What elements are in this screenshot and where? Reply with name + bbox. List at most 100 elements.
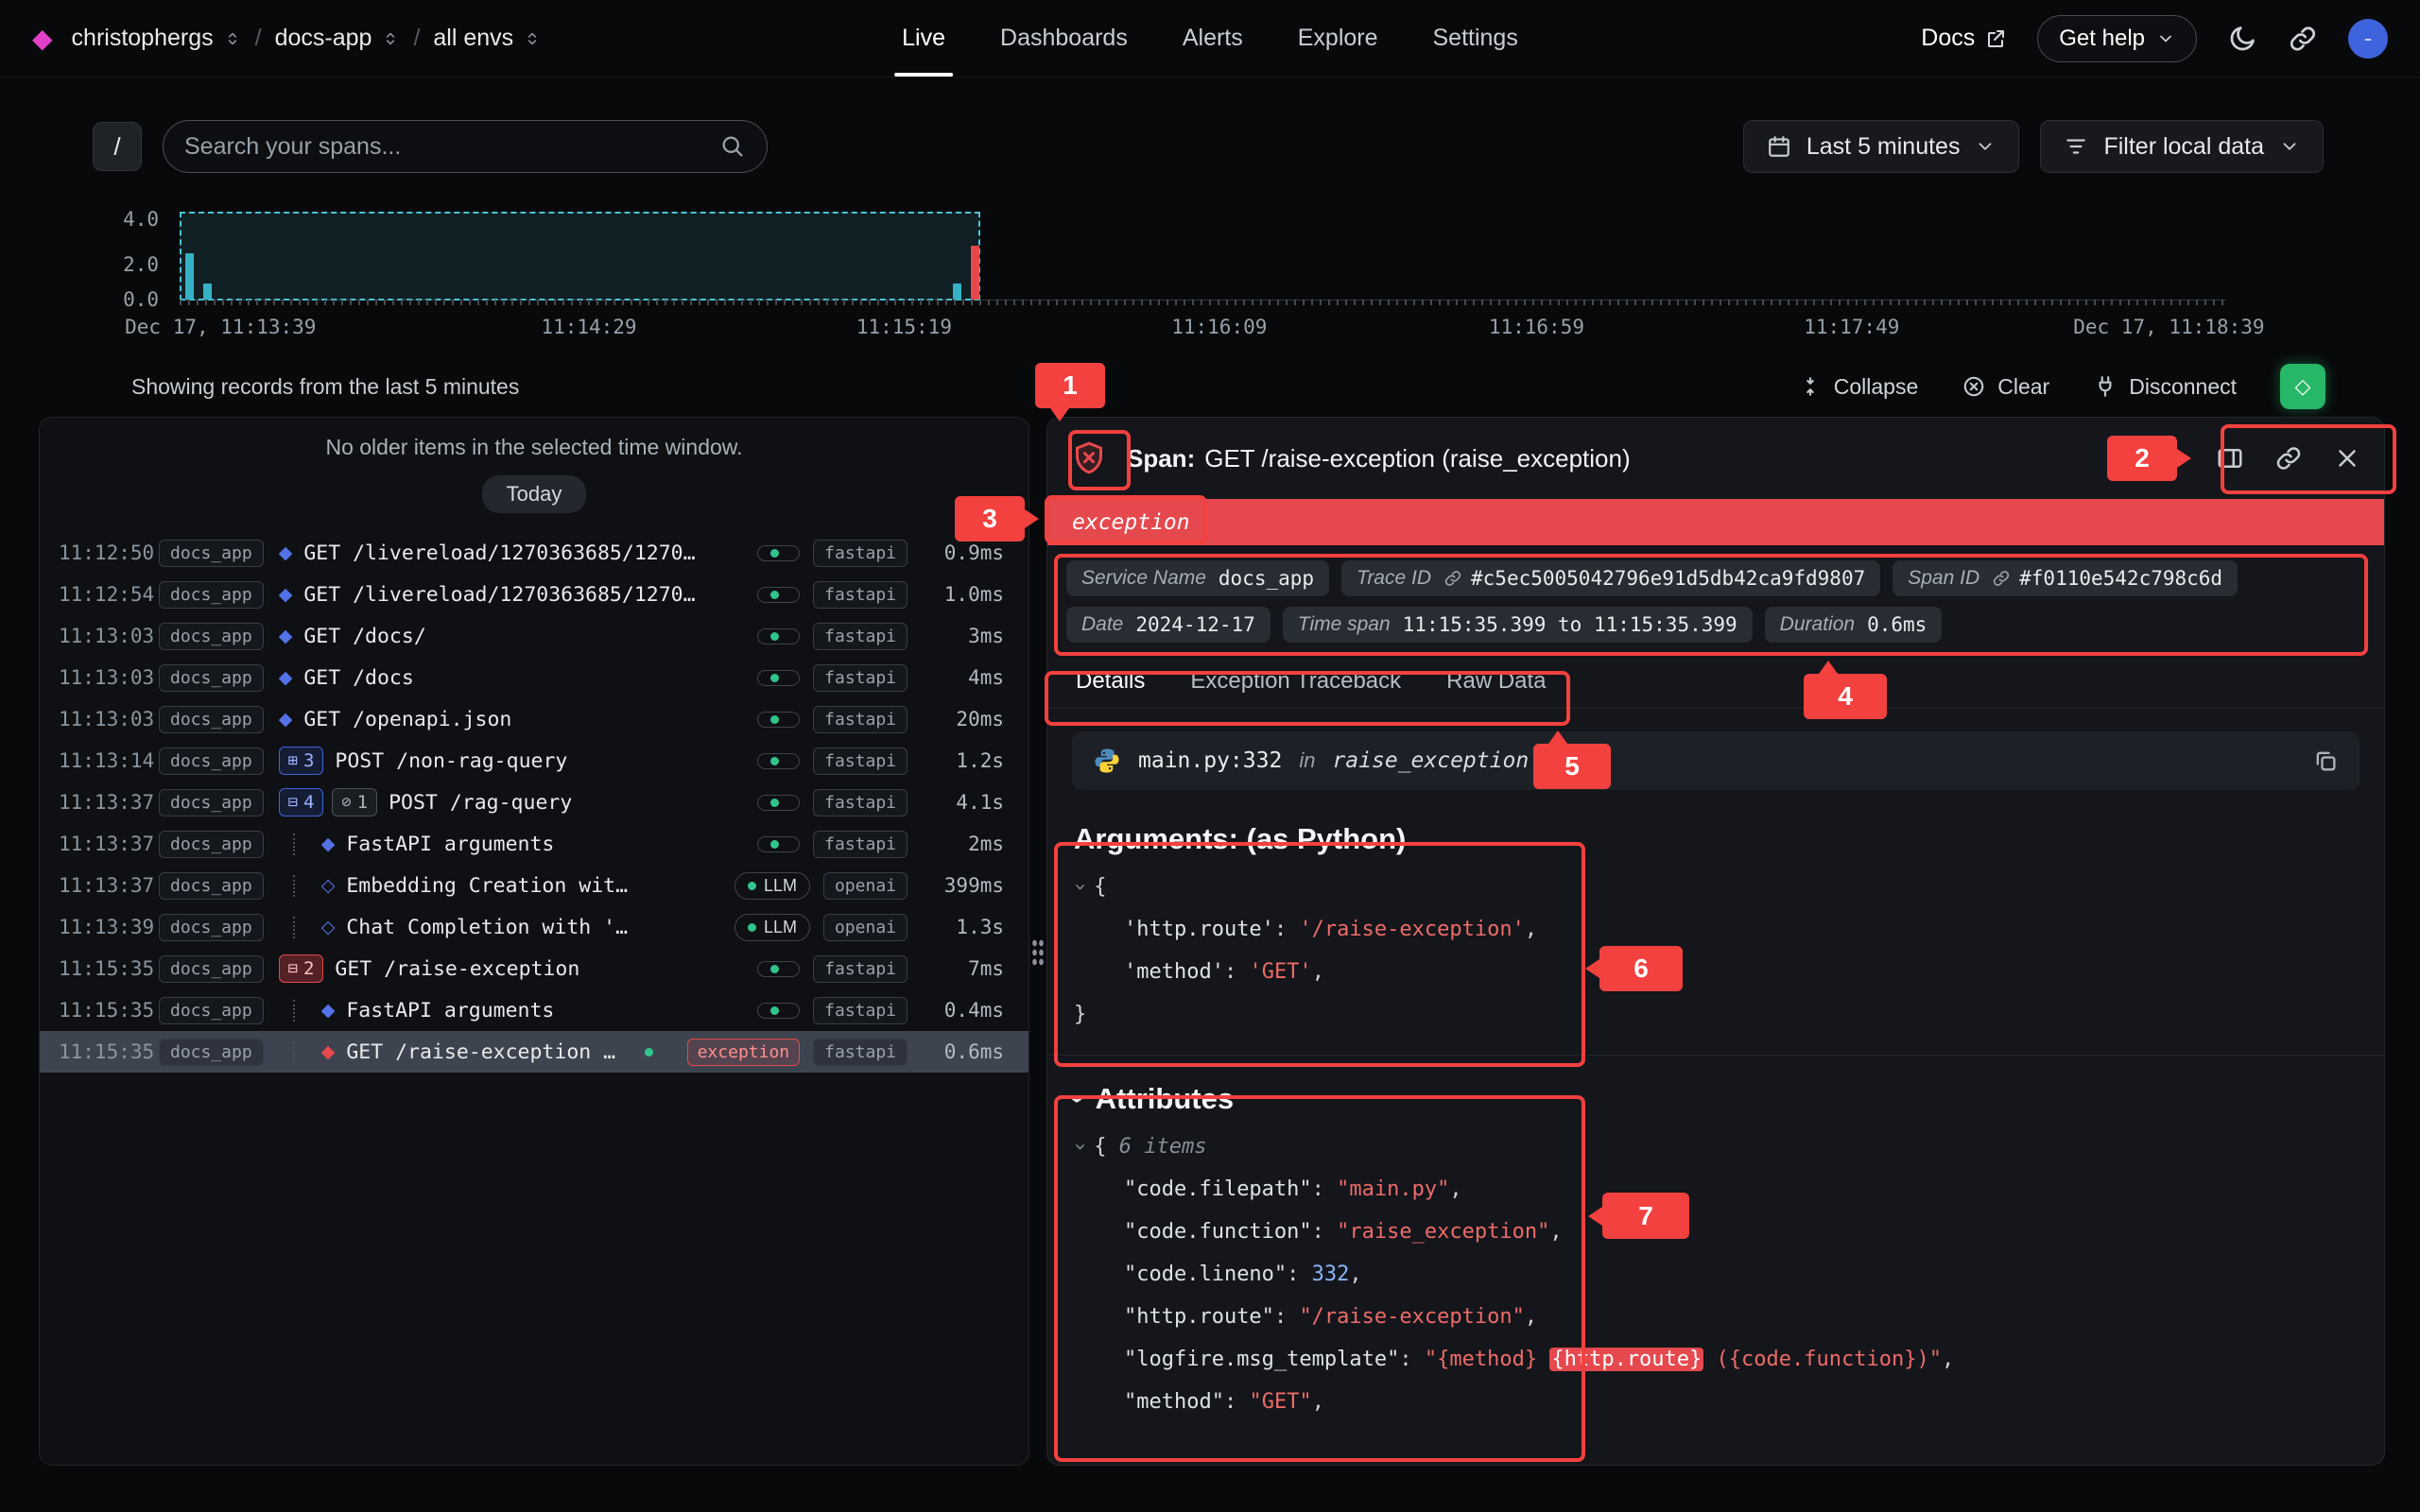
span-row[interactable]: 11:13:37 docs_app ⊟4⊘1 POST /rag-query f…	[40, 782, 1028, 823]
span-row[interactable]: 11:13:37 docs_app ◇ Embedding Creation w…	[40, 865, 1028, 906]
llm-dot-icon	[645, 1048, 653, 1057]
detail-tab-details[interactable]: Details	[1076, 668, 1145, 695]
expand-collapse-icon: ⊟	[288, 793, 298, 812]
detail-tab-raw-data[interactable]: Raw Data	[1446, 668, 1546, 695]
detail-tab-exception-traceback[interactable]: Exception Traceback	[1190, 668, 1401, 695]
dark-mode-moon-icon[interactable]	[2227, 24, 2257, 54]
span-icon-area: ◇	[279, 917, 336, 938]
span-row[interactable]: 11:13:14 docs_app ⊞3 POST /non-rag-query…	[40, 740, 1028, 782]
app-pill: docs_app	[159, 623, 264, 650]
detail-tabs: Details Exception Traceback Raw Data	[1047, 654, 2384, 709]
span-duration: 1.2s	[921, 749, 1004, 772]
pill-value: 0.6ms	[1867, 613, 1927, 636]
x-axis-label: 11:16:59	[1489, 316, 1584, 338]
updown-chevron-icon	[223, 29, 242, 48]
breadcrumb-project[interactable]: docs-app	[275, 25, 401, 52]
child-count-badge[interactable]: ⊟2	[279, 954, 324, 983]
today-button[interactable]: Today	[482, 475, 587, 513]
error-shield-icon	[1070, 439, 1108, 477]
span-row[interactable]: 11:13:03 docs_app ◆ GET /docs/ fastapi 3…	[40, 615, 1028, 657]
span-row[interactable]: 11:15:35 docs_app ◆ FastAPI arguments fa…	[40, 989, 1028, 1031]
collapse-button[interactable]: Collapse	[1798, 374, 1919, 400]
nav-tab-dashboards[interactable]: Dashboards	[1000, 0, 1128, 77]
copy-link-icon[interactable]	[2274, 444, 2303, 472]
child-count-badge[interactable]: ⊟4	[279, 788, 324, 816]
panel-resize-handle[interactable]	[1031, 938, 1045, 967]
nav-tab-settings[interactable]: Settings	[1433, 0, 1518, 77]
detail-title: Span:GET /raise-exception (raise_excepti…	[1127, 444, 1631, 473]
filter-local-data-button[interactable]: Filter local data	[2040, 120, 2324, 173]
span-row[interactable]: 11:15:35 docs_app ⊟2 GET /raise-exceptio…	[40, 948, 1028, 989]
app-pill: docs_app	[159, 581, 264, 609]
y-axis-label: 2.0	[98, 253, 159, 276]
tree-connector	[279, 1000, 313, 1022]
copy-icon[interactable]	[2312, 747, 2339, 774]
disconnect-button[interactable]: Disconnect	[2093, 374, 2237, 400]
close-icon[interactable]	[2333, 444, 2361, 472]
updown-chevron-icon	[381, 29, 400, 48]
span-duration: 399ms	[921, 874, 1004, 897]
status-bar: Showing records from the last 5 minutes …	[0, 364, 2420, 409]
span-duration: 1.0ms	[921, 583, 1004, 606]
span-row[interactable]: 11:15:35 docs_app ◆ GET /raise-exception…	[40, 1031, 1028, 1073]
link-icon[interactable]	[1992, 569, 2011, 588]
slash-shortcut-hint: /	[93, 122, 142, 171]
span-time: 11:13:37	[59, 874, 159, 897]
nav-tab-explore[interactable]: Explore	[1298, 0, 1378, 77]
span-duration: 7ms	[921, 957, 1004, 980]
service-pill: fastapi	[813, 789, 908, 816]
span-row[interactable]: 11:12:50 docs_app ◆ GET /livereload/1270…	[40, 532, 1028, 574]
search-input[interactable]	[184, 133, 706, 161]
breadcrumb-org[interactable]: christophergs	[72, 25, 242, 52]
span-icon-area: ◆	[279, 584, 293, 606]
pill-label: Trace ID	[1357, 567, 1431, 590]
span-row[interactable]: 11:13:03 docs_app ◆ GET /openapi.json fa…	[40, 698, 1028, 740]
exception-pill: exception	[687, 1039, 801, 1066]
get-help-button[interactable]: Get help	[2037, 15, 2197, 62]
child-count-badge[interactable]: ⊞3	[279, 747, 324, 775]
attributes-title[interactable]: ›Attributes	[1074, 1082, 2358, 1116]
metadata-pill: Duration 0.6ms	[1765, 607, 1943, 643]
span-icon-area: ⊟4 ⊘1	[279, 788, 377, 816]
breadcrumb-env[interactable]: all envs	[433, 25, 542, 52]
nav-tab-alerts[interactable]: Alerts	[1183, 0, 1243, 77]
span-duration: 2ms	[921, 833, 1004, 855]
span-icon-area: ◆	[279, 667, 293, 689]
python-icon	[1093, 747, 1121, 775]
clear-label: Clear	[1997, 374, 2049, 400]
span-row[interactable]: 11:13:37 docs_app ◆ FastAPI arguments fa…	[40, 823, 1028, 865]
time-range-button[interactable]: Last 5 minutes	[1743, 120, 2020, 173]
llm-dot-icon	[770, 799, 779, 807]
docs-link[interactable]: Docs	[1921, 25, 2007, 52]
service-pill: fastapi	[813, 581, 908, 609]
service-pill: fastapi	[813, 747, 908, 775]
calendar-icon	[1767, 134, 1791, 159]
child-count-badge[interactable]: ⊘1	[332, 788, 377, 816]
llm-dot-icon	[748, 882, 756, 890]
span-duration: 4ms	[921, 666, 1004, 689]
llm-badge	[757, 1003, 800, 1019]
llm-dot-icon	[770, 840, 779, 849]
span-row[interactable]: 11:12:54 docs_app ◆ GET /livereload/1270…	[40, 574, 1028, 615]
histogram-bar	[953, 284, 961, 300]
llm-badge	[757, 712, 800, 728]
span-kind-icon: ◆	[279, 667, 293, 689]
span-row[interactable]: 11:13:39 docs_app ◇ Chat Completion with…	[40, 906, 1028, 948]
link-icon[interactable]	[1443, 569, 1462, 588]
metadata-pill: Span ID #f0110e542c798c6d	[1893, 560, 2238, 596]
time-range-label: Last 5 minutes	[1806, 133, 1961, 161]
live-indicator-button[interactable]: ◇	[2280, 364, 2325, 409]
metadata-pill: Time span 11:15:35.399 to 11:15:35.399	[1283, 607, 1753, 643]
arguments-code: ›{ 'http.route': '/raise-exception', 'me…	[1074, 866, 2358, 1036]
span-row[interactable]: 11:13:03 docs_app ◆ GET /docs fastapi 4m…	[40, 657, 1028, 698]
span-name: GET /openapi.json	[303, 708, 511, 731]
time-selection-region[interactable]	[180, 212, 980, 301]
clear-button[interactable]: Clear	[1962, 374, 2049, 400]
attributes-title-text: Attributes	[1096, 1082, 1234, 1116]
panel-toggle-icon[interactable]	[2216, 444, 2244, 472]
avatar[interactable]: -	[2348, 19, 2388, 59]
share-link-icon[interactable]	[2288, 24, 2318, 54]
disconnect-plug-icon	[2093, 374, 2118, 399]
nav-tab-live[interactable]: Live	[902, 0, 945, 77]
code-file-line: main.py:332	[1138, 748, 1282, 773]
